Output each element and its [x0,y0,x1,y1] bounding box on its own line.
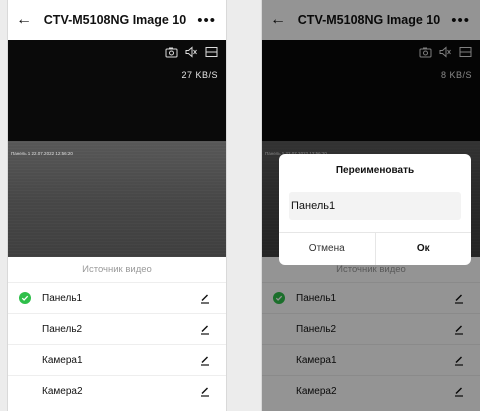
list-item[interactable]: Камера1 [8,344,226,375]
video-source-sheet: Источник видео Панель1 Панель2 Камера1 К… [8,257,226,411]
video-player[interactable]: 27 KB/S [8,40,226,141]
list-item-label: Панель2 [42,323,83,335]
phone-screen-right: ← CTV-M5108NG Image 10 ••• 8 KB/S Панель… [262,0,480,411]
mute-icon[interactable] [185,46,198,58]
more-dots-icon[interactable]: ••• [188,12,216,29]
arrow-left-icon[interactable]: ← [16,11,42,29]
rename-input[interactable]: Панель1 [289,192,461,220]
dialog-actions: Отмена Ок [279,232,471,265]
dialog-title: Переименовать [335,165,415,176]
bitrate-readout: 27 KB/S [181,70,218,80]
sheet-title: Источник видео [82,264,152,275]
edit-icon[interactable] [198,353,212,367]
page-title: CTV-M5108NG Image 10 [43,13,187,27]
rename-dialog: Переименовать Панель1 Отмена Ок [279,154,471,265]
list-item[interactable]: Камера2 [8,375,226,406]
cancel-button[interactable]: Отмена [279,233,376,265]
video-toolbar [165,46,218,58]
list-item[interactable]: Панель2 [8,313,226,344]
list-item-label: Камера2 [42,385,83,397]
fullscreen-icon[interactable] [205,46,218,58]
list-item-label: Камера1 [42,354,83,366]
video-frame[interactable]: Панель 1 22.07.2022 12:56:20 [8,141,226,257]
check-icon [19,292,31,304]
list-item[interactable]: Панель1 [8,282,226,313]
ok-button[interactable]: Ок [376,233,472,265]
camera-icon[interactable] [165,46,178,58]
edit-icon[interactable] [198,322,212,336]
edit-icon[interactable] [198,291,212,305]
list-item-label: Панель1 [42,292,83,304]
video-timestamp-overlay: Панель 1 22.07.2022 12:56:20 [11,151,73,156]
phone-screen-left: ← CTV-M5108NG Image 10 ••• 27 KB/S Панел… [8,0,226,411]
header-bar: ← CTV-M5108NG Image 10 ••• [8,0,226,40]
edit-icon[interactable] [198,384,212,398]
